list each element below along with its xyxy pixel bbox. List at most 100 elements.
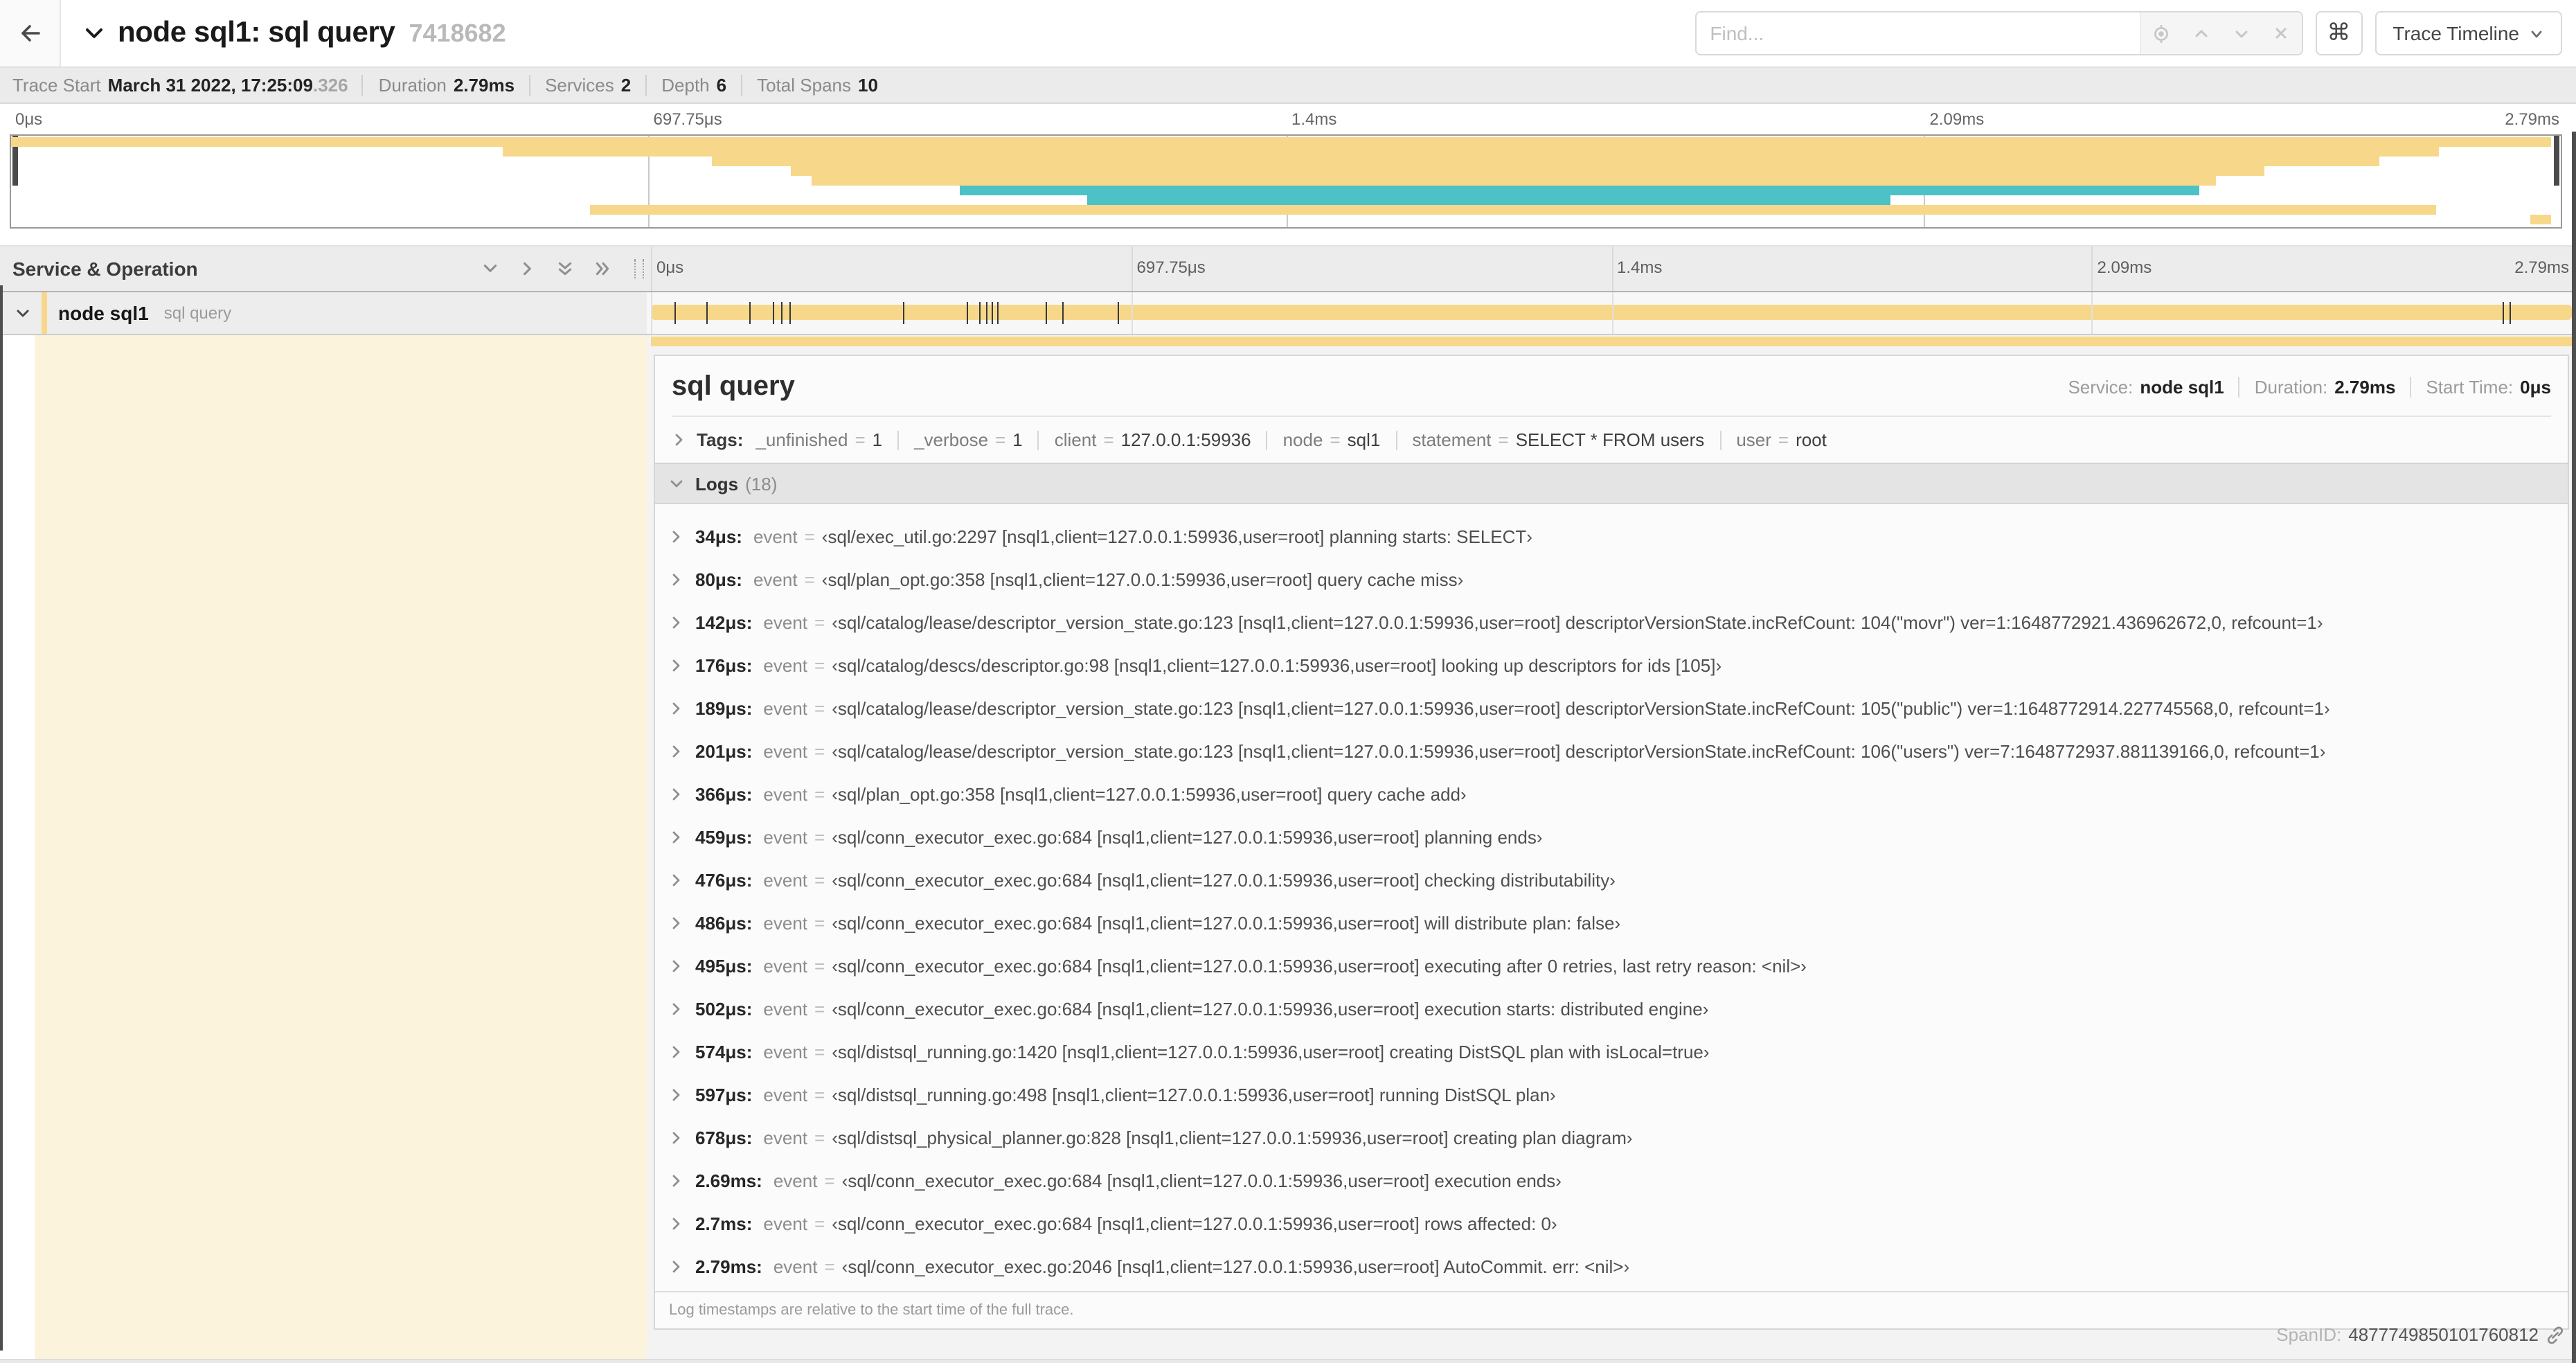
next-match-button[interactable] bbox=[2221, 12, 2261, 54]
logs-footer-note: Log timestamps are relative to the start… bbox=[655, 1291, 2568, 1328]
tag-item: statement = SELECT * FROM users bbox=[1380, 429, 1704, 450]
timeline-ruler: 0μs 697.75μs 1.4ms 2.09ms 2.79ms bbox=[647, 247, 2576, 291]
time-tick-label: 1.4ms bbox=[1291, 109, 1337, 129]
log-expand-icon bbox=[672, 960, 680, 972]
back-button[interactable] bbox=[0, 0, 61, 66]
timeline-minimap: 0μs 697.75μs 1.4ms 2.09ms 2.79ms bbox=[0, 104, 2576, 229]
minimap-span-bar bbox=[11, 137, 2551, 147]
right-scrollbar[interactable] bbox=[2572, 132, 2576, 1363]
log-row[interactable]: 2.79ms: event = ‹sql/conn_executor_exec.go:… bbox=[655, 1245, 2568, 1288]
span-detail-card: sql query Service: node sql1 Duration: 2.79… bbox=[654, 355, 2569, 1330]
collapse-trace-icon[interactable] bbox=[83, 22, 105, 44]
caret-down-icon bbox=[2529, 26, 2544, 41]
log-row[interactable]: 459μs: event = ‹sql/conn_executor_exec.go:6… bbox=[655, 816, 2568, 859]
minimap-span-bar bbox=[812, 176, 2217, 186]
time-tick-label: 2.09ms bbox=[2097, 258, 2152, 277]
minimap-span-bar bbox=[589, 205, 2436, 215]
column-resizer-handle[interactable] bbox=[634, 259, 644, 278]
logs-count: (18) bbox=[745, 473, 778, 494]
log-expand-icon bbox=[672, 616, 680, 629]
log-row[interactable]: 142μs: event = ‹sql/catalog/lease/descripto… bbox=[655, 601, 2568, 644]
span-operation-name: sql query bbox=[163, 303, 232, 323]
view-select-button[interactable]: Trace Timeline bbox=[2374, 11, 2562, 55]
logs-label: Logs bbox=[695, 473, 739, 494]
spacer bbox=[0, 229, 2576, 245]
collapse-one-icon[interactable] bbox=[482, 260, 499, 277]
span-id-row: SpanID: 4877749850101760812 bbox=[2276, 1324, 2565, 1345]
minimap-canvas[interactable] bbox=[10, 134, 2562, 229]
span-id-label: SpanID: bbox=[2276, 1324, 2342, 1345]
trace-id: 7418682 bbox=[409, 19, 506, 46]
trace-info-item: Duration 2.79ms bbox=[361, 75, 515, 96]
span-service-name[interactable]: node sql1 bbox=[58, 302, 149, 324]
left-edge-resizer-line[interactable] bbox=[0, 285, 3, 1351]
tags-list: _unfinished = 1 _verbose = 1 client = 127.0.0.1:… bbox=[755, 429, 1826, 450]
log-row[interactable]: 597μs: event = ‹sql/distsql_running.go:498 … bbox=[655, 1074, 2568, 1116]
find-input[interactable] bbox=[1696, 12, 2140, 54]
tags-section-toggle[interactable]: Tags: _unfinished = 1 _verbose = 1 client = 127.… bbox=[655, 417, 2568, 463]
gridline bbox=[1611, 292, 1613, 334]
gridline bbox=[1131, 247, 1133, 291]
time-tick-label: 2.09ms bbox=[1929, 109, 1985, 129]
gridline bbox=[651, 247, 652, 291]
detail-span-color-strip bbox=[35, 335, 647, 1359]
minimap-right-drag-handle[interactable] bbox=[2554, 136, 2559, 186]
time-tick-label: 1.4ms bbox=[1617, 258, 1663, 277]
find-buttons bbox=[2139, 12, 2302, 54]
log-row[interactable]: 678μs: event = ‹sql/distsql_physical_planne… bbox=[655, 1116, 2568, 1159]
detail-meta-item: Duration: 2.79ms bbox=[2237, 377, 2395, 398]
collapse-all-icon[interactable] bbox=[557, 260, 573, 277]
clear-search-button[interactable] bbox=[2261, 12, 2301, 54]
log-row[interactable]: 34μs: event = ‹sql/exec_util.go:2297 [nsql1… bbox=[655, 515, 2568, 558]
log-marker bbox=[2503, 302, 2505, 324]
log-marker bbox=[1118, 302, 1120, 324]
log-row[interactable]: 80μs: event = ‹sql/plan_opt.go:358 [nsql1,c… bbox=[655, 558, 2568, 601]
expand-all-icon[interactable] bbox=[594, 260, 611, 277]
log-marker bbox=[749, 302, 751, 324]
view-select-label: Trace Timeline bbox=[2392, 22, 2519, 44]
prev-match-button[interactable] bbox=[2181, 12, 2221, 54]
service-operation-header: Service & Operation bbox=[0, 247, 647, 291]
log-row[interactable]: 495μs: event = ‹sql/conn_executor_exec.go:6… bbox=[655, 945, 2568, 988]
log-expand-icon bbox=[672, 659, 680, 672]
log-row[interactable]: 201μs: event = ‹sql/catalog/lease/descripto… bbox=[655, 730, 2568, 773]
log-expand-icon bbox=[672, 1089, 680, 1101]
span-collapse-icon[interactable] bbox=[14, 304, 32, 322]
log-row[interactable]: 486μs: event = ‹sql/conn_executor_exec.go:6… bbox=[655, 902, 2568, 945]
log-expand-icon bbox=[672, 1218, 680, 1230]
detail-span-title: sql query bbox=[672, 371, 795, 402]
detail-meta-item: Service: node sql1 bbox=[2068, 377, 2224, 398]
log-row[interactable]: 176μs: event = ‹sql/catalog/descs/descripto… bbox=[655, 644, 2568, 687]
log-expand-icon bbox=[672, 1046, 680, 1058]
log-expand-icon bbox=[672, 874, 680, 887]
link-icon[interactable] bbox=[2546, 1325, 2565, 1344]
log-marker bbox=[780, 302, 782, 324]
log-expand-icon bbox=[672, 917, 680, 929]
span-name-column: node sql1 sql query bbox=[0, 292, 647, 334]
expand-one-icon[interactable] bbox=[519, 260, 536, 277]
log-marker bbox=[706, 302, 708, 324]
log-row[interactable]: 502μs: event = ‹sql/conn_executor_exec.go:6… bbox=[655, 988, 2568, 1031]
log-marker bbox=[789, 302, 791, 324]
logs-section-toggle[interactable]: Logs (18) bbox=[655, 463, 2568, 504]
log-row[interactable]: 2.69ms: event = ‹sql/conn_executor_exec.go:… bbox=[655, 1159, 2568, 1202]
span-color-accent bbox=[42, 292, 47, 334]
log-expand-icon bbox=[672, 702, 680, 715]
tags-expand-icon bbox=[672, 432, 687, 447]
tag-item: node = sql1 bbox=[1251, 429, 1381, 450]
log-row[interactable]: 366μs: event = ‹sql/plan_opt.go:358 [nsql1,… bbox=[655, 773, 2568, 816]
tags-label: Tags: bbox=[697, 429, 744, 450]
log-row[interactable]: 574μs: event = ‹sql/distsql_running.go:1420… bbox=[655, 1031, 2568, 1074]
keyboard-shortcuts-button[interactable]: ⌘ bbox=[2315, 11, 2363, 55]
gridline bbox=[651, 292, 652, 334]
log-row[interactable]: 189μs: event = ‹sql/catalog/lease/descripto… bbox=[655, 687, 2568, 730]
gridline bbox=[2091, 247, 2093, 291]
span-row[interactable]: node sql1 sql query bbox=[0, 292, 2576, 335]
gridline bbox=[2091, 292, 2093, 334]
log-marker bbox=[2510, 302, 2512, 324]
time-tick-label: 2.79ms bbox=[2505, 109, 2559, 129]
log-row[interactable]: 2.7ms: event = ‹sql/conn_executor_exec.go:6… bbox=[655, 1202, 2568, 1245]
focus-matches-button[interactable] bbox=[2140, 12, 2181, 54]
log-row[interactable]: 476μs: event = ‹sql/conn_executor_exec.go:6… bbox=[655, 859, 2568, 902]
time-tick-label: 0μs bbox=[656, 258, 684, 277]
